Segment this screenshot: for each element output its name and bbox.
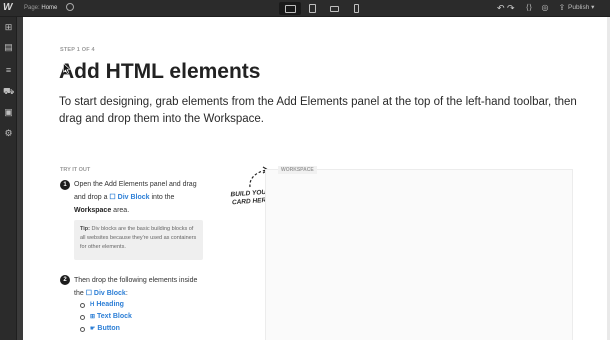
ecommerce-icon[interactable]: ⛟	[3, 86, 14, 97]
cms-icon[interactable]: ≡	[3, 65, 14, 76]
tip-label: Tip:	[80, 226, 90, 232]
page-title: Add HTML elements	[59, 60, 261, 83]
list-item-heading[interactable]: H Heading	[80, 299, 132, 311]
desktop-device-icon[interactable]	[279, 2, 301, 15]
page-prefix: Page:	[24, 5, 40, 11]
page-name: Home	[41, 5, 58, 11]
text-block-icon: ⊞	[90, 314, 96, 320]
try-it-out-label: TRY IT OUT	[60, 167, 91, 173]
button-icon: ☛	[90, 326, 96, 332]
page-selector[interactable]: Page: Home	[24, 3, 57, 13]
code-icon[interactable]: ⟨⟩	[524, 3, 534, 13]
mouse-cursor-icon	[63, 63, 71, 74]
add-elements-icon[interactable]: ⊞	[3, 22, 14, 33]
element-list: H Heading ⊞ Text Block ☛ Button	[80, 299, 132, 335]
top-bar: W Page: Home ↶ ↷ ⟨⟩ ◎ ⇪ Publish ▾	[0, 0, 610, 17]
tip-box: Tip: Div blocks are the basic building b…	[74, 220, 203, 260]
publish-label: Publish	[568, 4, 590, 11]
text-block-label: Text Block	[97, 313, 132, 320]
page-settings-icon[interactable]	[66, 3, 74, 11]
button-label: Button	[97, 325, 120, 332]
workspace-dropzone[interactable]: WORKSPACE	[265, 166, 573, 340]
device-switcher	[279, 2, 367, 15]
div-block-link-2[interactable]: ☐ Div Block	[86, 290, 126, 297]
publish-button[interactable]: Publish ▾	[568, 3, 594, 13]
pages-icon[interactable]: ▤	[3, 42, 14, 53]
publish-icon: ⇪	[558, 3, 566, 12]
webflow-logo[interactable]: W	[3, 2, 15, 14]
mobile-portrait-device-icon[interactable]	[345, 2, 367, 15]
undo-icon[interactable]: ↶	[497, 3, 505, 13]
workspace-term: Workspace	[74, 207, 112, 214]
step-1-text-b: into the	[149, 194, 175, 201]
heading-label: Heading	[96, 301, 124, 308]
lesson-canvas: STEP 1 OF 4 Add HTML elements To start d…	[23, 17, 610, 340]
intro-text: To start designing, grab elements from t…	[59, 96, 577, 125]
tip-text: Div blocks are the basic building blocks…	[80, 226, 197, 250]
step-indicator: STEP 1 OF 4	[60, 47, 95, 53]
step-number-2: 2	[60, 275, 70, 285]
tablet-device-icon[interactable]	[301, 2, 323, 15]
step-number-1: 1	[60, 180, 70, 190]
div-block-link[interactable]: ☐ Div Block	[109, 194, 149, 201]
redo-icon[interactable]: ↷	[507, 3, 515, 13]
list-item-button[interactable]: ☛ Button	[80, 323, 132, 335]
step-1-text-c: area.	[111, 207, 130, 214]
settings-icon[interactable]: ⚙	[3, 128, 14, 139]
step-2-instruction: Then drop the following elements inside …	[74, 274, 209, 300]
assets-icon[interactable]: ▣	[3, 107, 14, 118]
mobile-landscape-device-icon[interactable]	[323, 2, 345, 15]
heading-icon: H	[90, 302, 95, 308]
step-1-instruction: Open the Add Elements panel and drag and…	[74, 178, 209, 217]
list-item-text-block[interactable]: ⊞ Text Block	[80, 311, 132, 323]
left-toolbar: ⊞ ▤ ≡ ⛟ ▣ ⚙	[0, 17, 17, 340]
workspace-label: WORKSPACE	[278, 166, 317, 174]
step-2-text-b: :	[125, 290, 128, 297]
share-icon[interactable]: ◎	[540, 3, 550, 13]
